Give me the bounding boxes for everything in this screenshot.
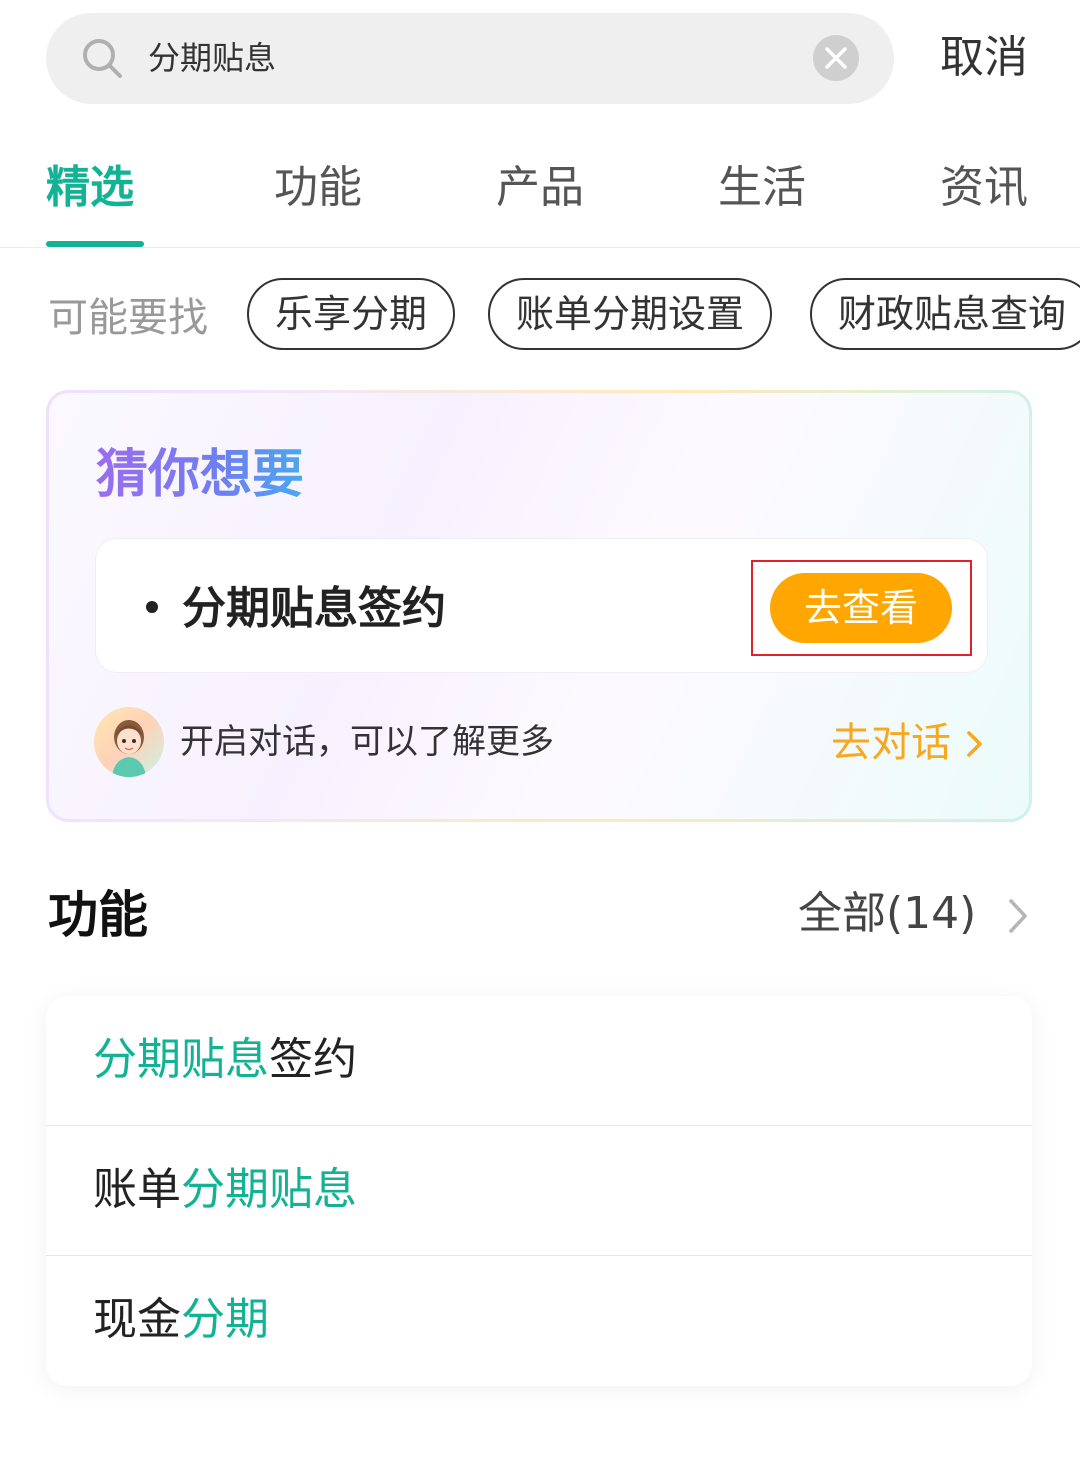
chat-prompt-text: 开启对话，可以了解更多 bbox=[180, 722, 554, 762]
list-item[interactable]: 现金分期 bbox=[46, 1256, 1032, 1386]
guess-item[interactable]: 分期贴息签约 去查看 bbox=[95, 538, 988, 673]
label-text: 账单 bbox=[93, 1164, 181, 1215]
function-list: 分期贴息签约 账单分期贴息 现金分期 bbox=[46, 996, 1032, 1386]
guess-title: 猜你想要 bbox=[96, 445, 305, 505]
keyword-highlight: 分期贴息 bbox=[181, 1164, 357, 1215]
suggestion-chip[interactable]: 账单分期设置 bbox=[488, 278, 773, 350]
chat-link[interactable]: 去对话 bbox=[831, 717, 951, 769]
label-text: 现金 bbox=[93, 1294, 181, 1345]
view-button[interactable]: 去查看 bbox=[770, 573, 952, 643]
tab-divider bbox=[0, 247, 1080, 248]
tab-featured[interactable]: 精选 bbox=[46, 158, 134, 218]
list-item-label: 现金分期 bbox=[93, 1290, 269, 1350]
suggestions-label: 可能要找 bbox=[48, 295, 208, 341]
tab-life[interactable]: 生活 bbox=[718, 158, 806, 218]
label-text: 签约 bbox=[269, 1034, 357, 1085]
assistant-avatar-icon bbox=[112, 720, 146, 777]
search-input[interactable]: 分期贴息 bbox=[148, 36, 276, 80]
chevron-right-icon[interactable] bbox=[963, 729, 985, 759]
section-title-functions: 功能 bbox=[48, 886, 148, 944]
list-item[interactable]: 账单分期贴息 bbox=[46, 1126, 1032, 1256]
list-item-label: 账单分期贴息 bbox=[93, 1160, 357, 1220]
bullet-dot bbox=[146, 601, 158, 613]
assistant-avatar bbox=[94, 707, 164, 777]
view-all-link[interactable]: 全部(14) bbox=[798, 886, 976, 942]
tab-products[interactable]: 产品 bbox=[496, 158, 584, 218]
tab-news[interactable]: 资讯 bbox=[940, 158, 1028, 218]
chevron-right-icon[interactable] bbox=[1006, 896, 1030, 936]
keyword-highlight: 分期贴息 bbox=[93, 1034, 269, 1085]
list-item-label: 分期贴息签约 bbox=[93, 1030, 357, 1090]
guess-item-label: 分期贴息签约 bbox=[182, 583, 446, 634]
tab-functions[interactable]: 功能 bbox=[274, 158, 362, 218]
keyword-highlight: 分期 bbox=[181, 1294, 269, 1345]
suggestion-chip[interactable]: 乐享分期 bbox=[247, 278, 456, 350]
suggestion-chip[interactable]: 财政贴息查询 bbox=[810, 278, 1080, 350]
list-item[interactable]: 分期贴息签约 bbox=[46, 996, 1032, 1126]
cancel-button[interactable]: 取消 bbox=[940, 30, 1028, 86]
clear-icon[interactable] bbox=[812, 34, 860, 82]
guess-card: 猜你想要 分期贴息签约 去查看 开启对话，可以了解更多 去对话 bbox=[46, 390, 1032, 822]
search-icon bbox=[83, 39, 122, 78]
